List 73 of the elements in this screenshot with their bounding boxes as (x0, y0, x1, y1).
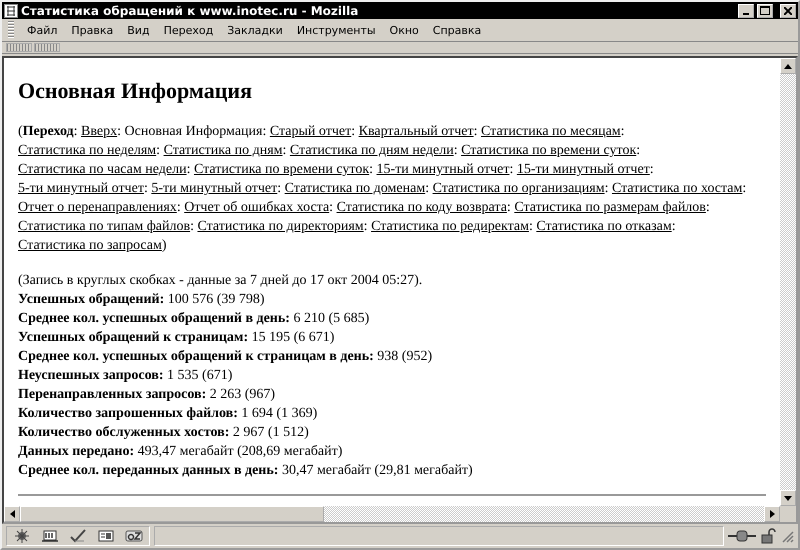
nav-link[interactable]: 5-ти минутный отчет (18, 181, 144, 196)
menu-item[interactable]: Окно (382, 22, 426, 39)
stat-line: Количество запрошенных файлов: 1 694 (1 369) (18, 405, 318, 423)
stat-line: Количество обслуженных хостов: 2 967 (1 512) (18, 424, 310, 442)
stat-line: Успешных обращений: 100 576 (39 798) (18, 291, 266, 309)
resize-grip-icon[interactable] (780, 529, 794, 543)
maximize-icon (760, 6, 770, 16)
toolbar-grip[interactable] (34, 43, 60, 52)
address-book-icon[interactable] (97, 528, 115, 544)
nav-link[interactable]: Статистика по редиректам (371, 219, 529, 234)
nav-link[interactable]: Статистика по организациям (432, 181, 605, 196)
window-title: Статистика обращений к www.inotec.ru - Mozilla (21, 4, 360, 18)
nav-link[interactable]: Статистика по коду возврата (336, 200, 507, 215)
menu-item[interactable]: Файл (20, 22, 64, 39)
nav-link[interactable]: Статистика по дням недели (290, 143, 454, 158)
nav-link[interactable]: Статистика по директориям (197, 219, 364, 234)
nav-link[interactable]: Статистика по размерам файлов (514, 200, 706, 215)
nav-link[interactable]: Статистика по доменам (284, 181, 426, 196)
connection-icon (728, 528, 756, 544)
navigation-paragraph: (Переход: Вверх: Основная Информация: Старый отчет: Квартальный отчет: Статистика по месяцам: Статистика по неделям: Статистика по дням: Статистика по дням недели: Статистика по времени суток: Статистика по часам недели: Статистика по времени суток: 15-ти минутный отчет: 15-ти минутный отчет: 5-ти минутный отчет: 5-ти минутный отчет: Статистика по доменам: Статистика по организациям: Статистика по хостам: Отчет о перенаправлениях: Отчет об ошибках хоста: Статистика по коду возврата: Статистика по размерам файлов: Статистика по типам файлов: Статистика по директориям: Статистика по редиректам: Статистика по отказам: Статистика по запросам) (18, 123, 748, 255)
scrollbar-track[interactable] (4, 506, 780, 522)
minimize-button[interactable] (738, 4, 754, 18)
up-arrow-icon (784, 64, 792, 68)
close-button[interactable] (780, 4, 796, 18)
nav-link[interactable]: Статистика по типам файлов (18, 219, 190, 234)
stat-line: Среднее кол. успешных обращений к страницам в день: 938 (952) (18, 348, 434, 366)
nav-link[interactable]: 15-ти минутный отчет (376, 162, 510, 177)
menu-item[interactable]: Закладки (220, 22, 290, 39)
nav-link[interactable]: Отчет о перенаправлениях (18, 200, 177, 215)
nav-link[interactable]: 15-ти минутный отчет (516, 162, 650, 177)
nav-link[interactable]: Статистика по дням (164, 143, 283, 158)
nav-link[interactable]: Квартальный отчет (358, 124, 474, 139)
nav-link[interactable]: Статистика по времени суток (194, 162, 370, 177)
menu-item[interactable]: Инструменты (290, 22, 383, 39)
note-text: (Запись в круглых скобках - данные за 7 дней до 17 окт 2004 05:27). (18, 272, 424, 290)
app-icon (4, 4, 18, 18)
down-arrow-icon (784, 496, 792, 500)
stat-line: Успешных обращений к страницам: 15 195 (6 671) (18, 329, 336, 347)
scroll-right-button[interactable] (764, 506, 780, 522)
nav-link[interactable]: Статистика по времени суток (461, 143, 636, 158)
padlock-icon (760, 528, 776, 544)
page-heading: Основная Информация (18, 78, 253, 104)
minimize-icon (743, 12, 749, 15)
menu-item[interactable]: Вид (120, 22, 157, 39)
nav-link[interactable]: Статистика по месяцам (481, 124, 621, 139)
toolbar-grip[interactable] (8, 21, 14, 40)
nav-link[interactable]: Статистика по запросам (18, 238, 162, 253)
right-arrow-icon (770, 510, 774, 518)
scroll-down-button[interactable] (780, 490, 796, 506)
toolbar-grip[interactable] (6, 43, 32, 52)
nav-link[interactable]: Статистика по отказам (536, 219, 672, 234)
left-arrow-icon (10, 510, 14, 518)
stat-line: Неуспешных запросов: 1 535 (671) (18, 367, 234, 385)
nav-link[interactable]: Вверх (81, 124, 118, 139)
scroll-up-button[interactable] (780, 58, 796, 74)
scrollbar-track[interactable] (780, 58, 796, 506)
stat-line: Среднее кол. успешных обращений в день: 6 210 (5 685) (18, 310, 370, 328)
stat-line: Данных передано: 493,47 мегабайт (208,69 мегабайт) (18, 443, 344, 461)
stat-line: Среднее кол. переданных данных в день: 30,47 мегабайт (29,81 мегабайт) (18, 462, 474, 480)
scrollbar-thumb[interactable] (20, 506, 324, 522)
menu-item[interactable]: Справка (426, 22, 488, 39)
nav-link[interactable]: Статистика по часам недели (18, 162, 187, 177)
nav-link[interactable]: 5-ти минутный отчет (151, 181, 278, 196)
nav-link[interactable]: Старый отчет (270, 124, 352, 139)
nav-link[interactable]: Статистика по хостам (612, 181, 742, 196)
menu-item[interactable]: Переход (156, 22, 220, 39)
menu-item[interactable]: Правка (64, 22, 120, 39)
stat-line: Перенаправленных запросов: 2 263 (967) (18, 386, 276, 404)
maximize-button[interactable] (757, 4, 773, 18)
nav-link[interactable]: Статистика по неделям (18, 143, 156, 158)
nav-link[interactable]: Отчет об ошибках хоста (184, 200, 330, 215)
scroll-left-button[interactable] (4, 506, 20, 522)
close-icon (784, 6, 792, 15)
